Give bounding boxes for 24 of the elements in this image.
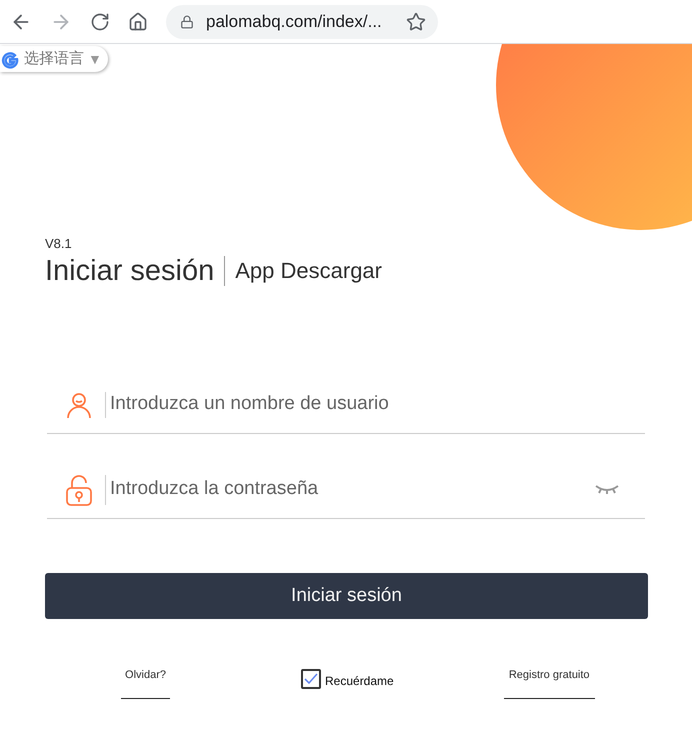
password-field[interactable]: Introduzca la contraseña — [110, 475, 595, 504]
bookmark-icon[interactable] — [406, 12, 426, 32]
username-field[interactable]: Introduzca un nombre de usuario — [110, 390, 645, 419]
app-download-link[interactable]: App Descargar — [235, 260, 382, 282]
remember-label: Recuérdame — [325, 673, 394, 690]
lock-icon — [65, 474, 93, 506]
login-button[interactable]: Iniciar sesión — [45, 573, 648, 619]
version-label: V8.1 — [45, 237, 73, 250]
check-icon — [304, 672, 318, 684]
home-icon[interactable] — [128, 12, 148, 32]
remember-checkbox[interactable] — [301, 668, 321, 688]
page-title: Iniciar sesión — [45, 256, 214, 286]
register-link[interactable]: Registro gratuito — [504, 667, 595, 698]
url-text: palomabq.com/index/... — [206, 10, 382, 33]
address-bar[interactable]: palomabq.com/index/... — [166, 4, 438, 38]
user-icon — [65, 390, 93, 418]
reload-icon[interactable] — [90, 12, 110, 32]
dropdown-caret: ▼ — [88, 50, 102, 68]
closed-eye-icon[interactable] — [595, 484, 619, 496]
forgot-link[interactable]: Olvidar? — [121, 667, 170, 698]
google-icon — [0, 49, 20, 69]
lock-icon — [180, 14, 194, 28]
language-selector[interactable]: 选择语言 ▼ — [0, 46, 108, 72]
language-label: 选择语言 — [24, 48, 84, 69]
